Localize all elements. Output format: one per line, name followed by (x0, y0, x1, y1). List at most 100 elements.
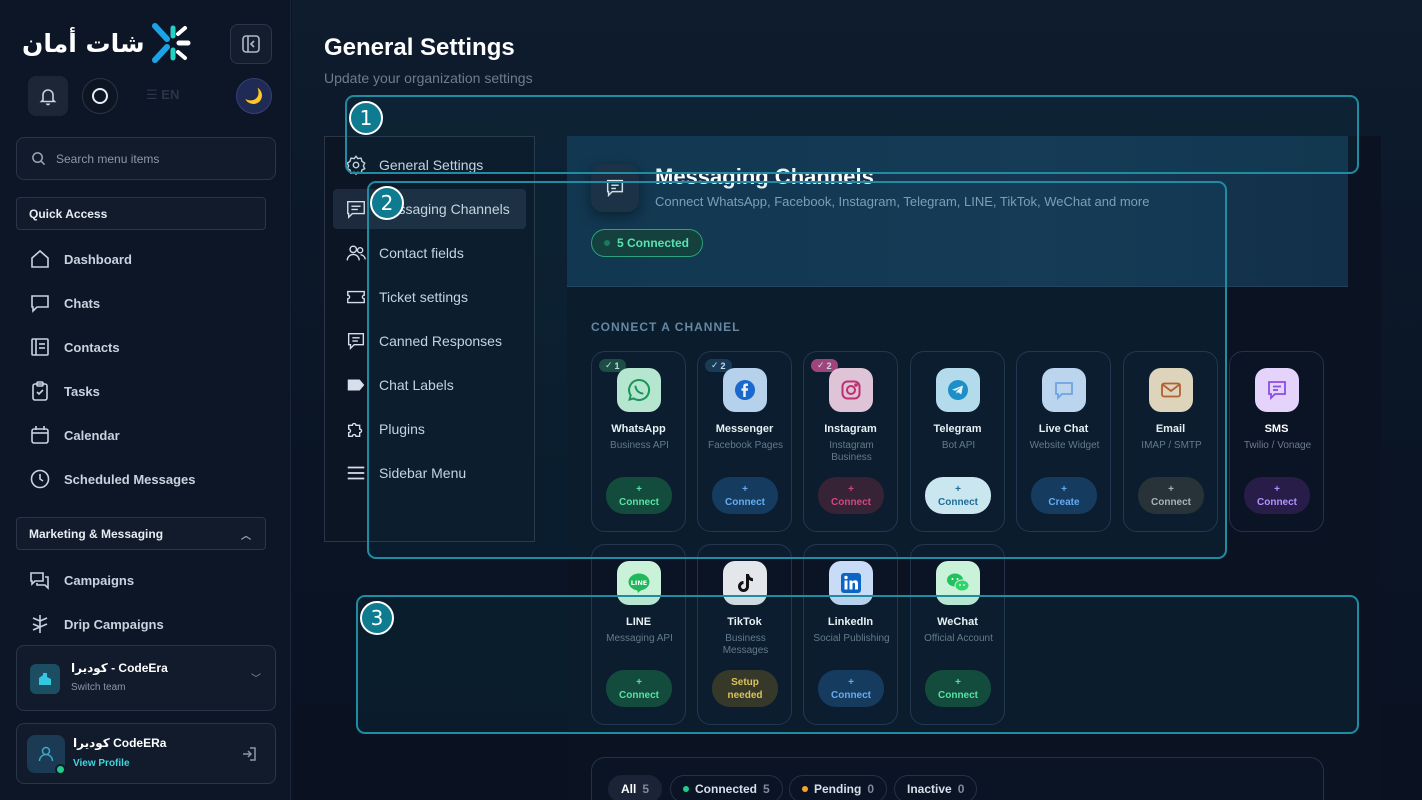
connect-messenger-button[interactable]: + Connect (712, 477, 778, 514)
marketing-header[interactable]: Marketing & Messaging ︿ (16, 517, 266, 550)
channel-desc: Business API (610, 440, 669, 451)
filter-label: Inactive (907, 782, 952, 796)
language-switch[interactable]: ☰ EN (146, 87, 179, 103)
pending-dot-icon (802, 786, 808, 792)
sidebar-item-scheduled-messages[interactable]: Scheduled Messages (28, 465, 196, 493)
header-actions: ☰ EN 🌙 (28, 76, 274, 116)
settings-nav-ticket-settings[interactable]: Ticket settings (333, 277, 526, 317)
instagram-icon (829, 368, 873, 412)
settings-nav: General Settings Messaging Channels Cont… (324, 136, 535, 542)
user-profile-card[interactable]: كوديرا CodeERa View Profile (16, 723, 276, 784)
notifications-button[interactable] (28, 76, 68, 116)
setup-tiktok-button[interactable]: Setup needed (712, 670, 778, 707)
channel-card-telegram[interactable]: Telegram Bot API + Connect (910, 351, 1005, 532)
drip-icon (32, 615, 48, 633)
calendar-icon (31, 426, 49, 444)
view-profile-link[interactable]: View Profile (73, 758, 130, 769)
connect-line-button[interactable]: + Connect (606, 670, 672, 707)
filter-count: 0 (867, 782, 875, 796)
channel-card-line[interactable]: LINE LINE Messaging API + Connect (591, 544, 686, 725)
collapse-icon (242, 35, 260, 53)
app-logo[interactable]: شات أمان (22, 22, 191, 64)
channel-desc: Business Messages (722, 633, 769, 656)
sidebar-item-contacts[interactable]: Contacts (28, 333, 120, 361)
filter-pending[interactable]: Pending 0 (789, 775, 888, 800)
connect-linkedin-button[interactable]: + Connect (818, 670, 884, 707)
filter-count: 5 (763, 782, 770, 796)
button-label: Connect (619, 689, 659, 701)
theme-toggle-button[interactable]: 🌙 (236, 78, 272, 114)
sidebar-item-label: Contacts (64, 339, 120, 355)
sidebar-item-calendar[interactable]: Calendar (28, 421, 120, 449)
settings-nav-chat-labels[interactable]: Chat Labels (333, 365, 526, 405)
collapse-sidebar-button[interactable] (230, 24, 272, 64)
connect-telegram-button[interactable]: + Connect (925, 477, 991, 514)
connect-whatsapp-button[interactable]: + Connect (606, 477, 672, 514)
channel-card-live-chat[interactable]: Live Chat Website Widget + Create (1016, 351, 1111, 532)
logout-icon[interactable] (241, 746, 257, 762)
sidebar-item-tasks[interactable]: Tasks (28, 377, 100, 405)
settings-nav-plugins[interactable]: Plugins (333, 409, 526, 449)
button-label: Create (1048, 496, 1080, 508)
settings-nav-label: Plugins (379, 421, 425, 437)
channel-card-wechat[interactable]: WeChat Official Account + Connect (910, 544, 1005, 725)
settings-nav-messaging-channels[interactable]: Messaging Channels (333, 189, 526, 229)
marketing-label: Marketing & Messaging (29, 526, 164, 541)
connect-sms-button[interactable]: + Connect (1244, 477, 1310, 514)
svg-text:LINE: LINE (631, 579, 647, 587)
settings-nav-general[interactable]: General Settings (333, 145, 526, 185)
settings-nav-canned-responses[interactable]: Canned Responses (333, 321, 526, 361)
filter-inactive[interactable]: Inactive 0 (894, 775, 978, 800)
line-icon: LINE (617, 561, 661, 605)
team-switcher[interactable]: كوديرا - CodeEra Switch team ﹀ (16, 645, 276, 711)
filter-all[interactable]: All 5 (608, 775, 663, 800)
quick-access-header[interactable]: Quick Access (16, 197, 266, 230)
channel-name: SMS (1264, 423, 1289, 435)
channel-desc: Facebook Pages (707, 440, 784, 451)
connect-wechat-button[interactable]: + Connect (925, 670, 991, 707)
channel-card-tiktok[interactable]: TikTok Business Messages Setup needed (697, 544, 792, 725)
menu-search[interactable] (16, 137, 276, 180)
sidebar-item-dashboard[interactable]: Dashboard (28, 245, 132, 273)
channel-desc: Twilio / Vonage (1243, 440, 1312, 451)
hero-title: Messaging Channels (655, 164, 874, 189)
create-live-chat-button[interactable]: + Create (1031, 477, 1097, 514)
connect-email-button[interactable]: + Connect (1138, 477, 1204, 514)
sidebar-item-drip-campaigns[interactable]: Drip Campaigns (28, 610, 164, 638)
filter-label: Pending (814, 782, 862, 796)
sidebar-item-chats[interactable]: Chats (28, 289, 100, 317)
channel-card-email[interactable]: Email IMAP / SMTP + Connect (1123, 351, 1218, 532)
sidebar-item-label: Campaigns (64, 572, 135, 588)
channel-desc: Instagram Business (829, 440, 874, 463)
channel-desc: IMAP / SMTP (1141, 440, 1202, 451)
channel-card-messenger[interactable]: ✓ 2 Messenger Facebook Pages + Connect (697, 351, 792, 532)
settings-nav-contact-fields[interactable]: Contact fields (333, 233, 526, 273)
messenger-icon (723, 368, 767, 412)
channel-name: TikTok (727, 616, 762, 628)
building-icon (39, 673, 51, 685)
channel-name: Email (1155, 423, 1186, 435)
channel-count: 2 (826, 360, 832, 371)
message-icon (606, 179, 624, 198)
settings-nav-sidebar-menu[interactable]: Sidebar Menu (333, 453, 526, 493)
channel-name: WhatsApp (611, 423, 666, 435)
sidebar-item-label: Tasks (64, 383, 100, 399)
bell-icon (39, 89, 57, 106)
channel-card-instagram[interactable]: ✓ 2 Instagram Instagram Business + Connect (803, 351, 898, 532)
search-input[interactable] (56, 151, 256, 166)
sms-icon (1255, 368, 1299, 412)
sidebar-item-campaigns[interactable]: Campaigns (28, 566, 134, 594)
channel-card-whatsapp[interactable]: ✓ 1 WhatsApp Business API + Connect (591, 351, 686, 532)
tiktok-icon (723, 561, 767, 605)
filter-connected[interactable]: Connected 5 (670, 775, 783, 800)
button-label: Connect (938, 689, 978, 701)
profile-name: كوديرا CodeERa (73, 736, 167, 750)
connect-instagram-button[interactable]: + Connect (818, 477, 884, 514)
channel-name: WeChat (937, 616, 978, 628)
channel-card-linkedin[interactable]: LinkedIn Social Publishing + Connect (803, 544, 898, 725)
campaign-icon (30, 572, 49, 590)
channel-card-sms[interactable]: SMS Twilio / Vonage + Connect (1229, 351, 1324, 532)
status-toggle-button[interactable] (82, 78, 118, 114)
button-label: Connect (619, 496, 659, 508)
settings-nav-label: General Settings (379, 157, 484, 173)
